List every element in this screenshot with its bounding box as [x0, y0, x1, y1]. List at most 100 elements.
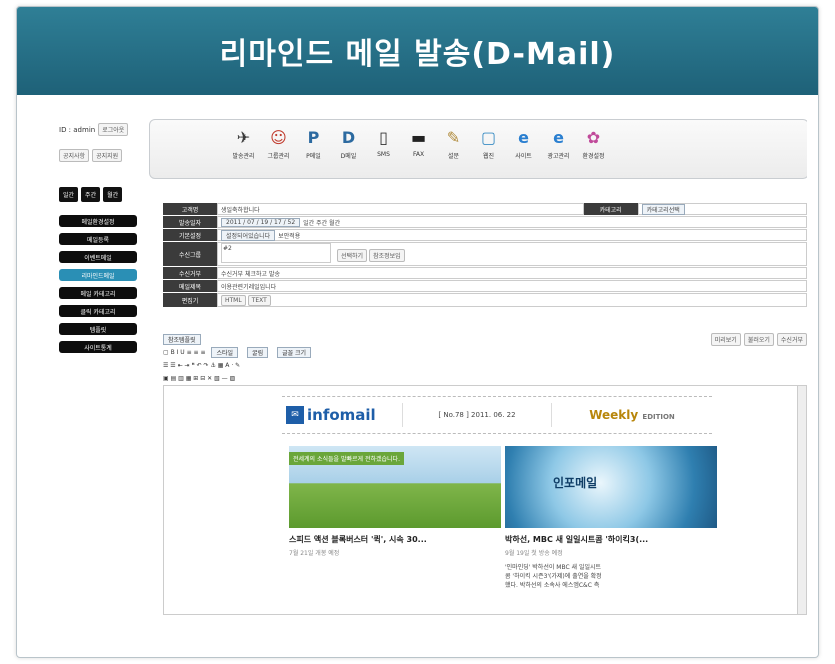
title-banner: 리마인드 메일 발송(D-Mail) [17, 7, 818, 95]
article-date: 7월 21일 개봉 예정 [289, 550, 340, 557]
article-image: 인포메일 [505, 446, 717, 528]
html-tab[interactable]: HTML [221, 294, 246, 306]
fax-icon: ▬ [410, 127, 427, 147]
side-menu-item[interactable]: 템플릿 [59, 323, 137, 335]
toolbar-item-label: 환경설정 [582, 153, 605, 160]
category-select[interactable]: 카테고리선택 [641, 203, 685, 215]
editor-label: 편집기 [163, 293, 217, 307]
toolbar-item[interactable]: ✿ 환경설정 [580, 126, 607, 161]
toolbar-item[interactable]: ✈ 발송관리 [230, 126, 257, 161]
toolbar-item[interactable]: ▬ FAX [405, 126, 432, 160]
page-title: 리마인드 메일 발송(D-Mail) [219, 37, 616, 72]
toolbar-item-label: 설문 [447, 153, 460, 160]
settings-icon: ✿ [586, 127, 601, 147]
toolbar-item[interactable]: D D메일 [335, 126, 362, 161]
issue-number: [ No.78 ] 2011. 06. 22 [402, 403, 552, 427]
toolbar-item-label: 웹진 [482, 153, 495, 160]
style-select[interactable]: 스타일 [211, 346, 239, 358]
insert-buttons-icon[interactable]: ▣ ▤ ▥ ▦ ⊞ ⊟ ✕ ▧ — ▨ [163, 372, 807, 384]
group-ref-button[interactable]: 참조정보입 [369, 249, 405, 262]
toolbar-item-label: 발송관리 [232, 153, 255, 160]
period-month-button[interactable]: 월간 [103, 187, 123, 202]
sms-icon: ▯ [379, 127, 388, 147]
toolbar-item-label: 그룹관리 [267, 153, 290, 160]
toolbar-item[interactable]: ▯ SMS [370, 126, 397, 160]
group-select-button[interactable]: 선택하기 [337, 249, 368, 262]
article-card[interactable]: 전세계의 소식들을 발빠르게 전하겠습니다. 스피드 액션 블록버스터 '퀵',… [289, 446, 501, 590]
quick-links: 공지사항 공지지원 [59, 149, 123, 162]
brand-name: infomail [307, 406, 376, 424]
load-button[interactable]: 불러오기 [743, 332, 774, 346]
side-menu-item[interactable]: 이벤트메일 [59, 251, 137, 263]
size-select[interactable]: 글꼴 크기 [277, 346, 312, 358]
d-mail-icon: D [341, 127, 356, 147]
card-caption: 인포메일 [553, 476, 598, 490]
side-menu: 메일환경설정메일등록이벤트메일리마인드메일메일 카테고리클릭 카테고리템플릿사이… [59, 215, 137, 353]
weekly-label: Weekly [589, 408, 639, 422]
toolbar-item[interactable]: e 사이트 [510, 126, 537, 161]
group-label: 수신그룹 [163, 242, 217, 266]
toolbar-item-label: 광고관리 [547, 153, 570, 160]
article-date: 9월 19일 첫 방송 예정 [505, 550, 563, 557]
login-bar: ID : admin 로그아웃 [59, 123, 129, 136]
side-menu-item[interactable]: 클릭 카테고리 [59, 305, 137, 317]
title-input[interactable]: 생일축하합니다 [217, 203, 584, 215]
apply-checkbox[interactable]: 보안적용 [278, 231, 300, 240]
toolbar-item-label: 사이트 [515, 153, 532, 160]
webzine-icon: ▢ [480, 127, 497, 147]
reject-checkbox[interactable]: 수신거부 체크하고 발송 [217, 267, 807, 279]
toolbar-item[interactable]: P P메일 [300, 126, 327, 161]
text-tab[interactable]: TEXT [247, 294, 271, 306]
reject-label: 수신거부 [163, 267, 217, 279]
side-menu-item[interactable]: 사이트통계 [59, 341, 137, 353]
side-menu-item[interactable]: 메일환경설정 [59, 215, 137, 227]
slide-frame: 리마인드 메일 발송(D-Mail) ID : admin 로그아웃 공지사항 … [16, 6, 819, 658]
toolbar-item[interactable]: ✎ 설문 [440, 126, 467, 161]
toolbar-item-label: SMS [377, 151, 390, 158]
newsletter-cards: 전세계의 소식들을 발빠르게 전하겠습니다. 스피드 액션 블록버스터 '퀵',… [289, 446, 717, 590]
format-buttons-icon[interactable]: ▢ B I U ≡ ≡ ≡ [163, 349, 205, 356]
send-icon: ✈ [236, 127, 251, 147]
article-desc: '인마인딩' 박하선이 MBC 새 일일시트콤 '하이킥 시즌3'(가제)에 출… [505, 564, 602, 589]
help-button[interactable]: 공지지원 [92, 149, 123, 162]
article-card[interactable]: 인포메일 박하선, MBC 새 일일시트콤 '하이킥3(... 9월 19일 첫… [505, 446, 717, 590]
toolbar-item[interactable]: e 광고관리 [545, 126, 572, 161]
user-id: ID : admin [59, 125, 96, 134]
date-label: 발송일자 [163, 216, 217, 228]
title-label: 고객명 [163, 203, 217, 215]
basic-select[interactable]: 설정되어있습니다 [221, 229, 276, 241]
survey-icon: ✎ [446, 127, 461, 147]
toolbar-item[interactable]: ▢ 웹진 [475, 126, 502, 161]
side-menu-item[interactable]: 메일등록 [59, 233, 137, 245]
reject-button[interactable]: 수신거부 [776, 332, 807, 346]
date-select[interactable]: 2011 / 07 / 19 / 17 / 52 [221, 217, 301, 227]
editor-scrollbar[interactable] [797, 386, 806, 614]
toolbar-item-label: P메일 [306, 153, 321, 160]
side-menu-item[interactable]: 메일 카테고리 [59, 287, 137, 299]
editor-canvas[interactable]: ✉ infomail [ No.78 ] 2011. 06. 22 Weekly… [163, 385, 807, 615]
side-menu-item[interactable]: 리마인드메일 [59, 269, 137, 281]
period-week-button[interactable]: 주간 [81, 187, 101, 202]
card-caption: 전세계의 소식들을 발빠르게 전하겠습니다. [289, 452, 404, 465]
editor-toolbar: 참조템플릿 미리보기 불러오기 수신거부 ▢ B I U ≡ ≡ ≡ 스타일 굴… [163, 332, 807, 385]
template-select[interactable]: 참조템플릿 [163, 333, 201, 345]
font-select[interactable]: 굴림 [247, 346, 269, 358]
edition-label: EDITION [642, 413, 675, 421]
site-icon: e [518, 127, 529, 147]
cycle-radios[interactable]: 일간 주간 월간 [303, 218, 340, 227]
period-day-button[interactable]: 일간 [59, 187, 79, 202]
infomail-logo-icon: ✉ [286, 406, 304, 424]
article-title[interactable]: 박하선, MBC 새 일일시트콤 '하이킥3(... [505, 534, 717, 545]
subject-input[interactable]: 이용관련기레일입니다 [217, 280, 807, 292]
toolbar-item[interactable]: ☺ 그룹관리 [265, 126, 292, 161]
article-image: 전세계의 소식들을 발빠르게 전하겠습니다. [289, 446, 501, 528]
subject-label: 메일제목 [163, 280, 217, 292]
group-textarea[interactable]: #2 [221, 243, 331, 263]
basic-label: 기본설정 [163, 229, 217, 241]
notice-button[interactable]: 공지사항 [59, 149, 90, 162]
mail-form: 고객명 생일축하합니다 카테고리 카테고리선택 발송일자 2011 / 07 /… [163, 203, 807, 308]
logout-button[interactable]: 로그아웃 [98, 123, 129, 136]
article-title[interactable]: 스피드 액션 블록버스터 '퀵', 시속 30... [289, 534, 501, 545]
list-buttons-icon[interactable]: ☰ ☰ ⇤ ⇥ ❝ ↶ ↷ ⚓ ▦ A · ✎ [163, 359, 807, 371]
preview-button[interactable]: 미리보기 [710, 332, 741, 346]
